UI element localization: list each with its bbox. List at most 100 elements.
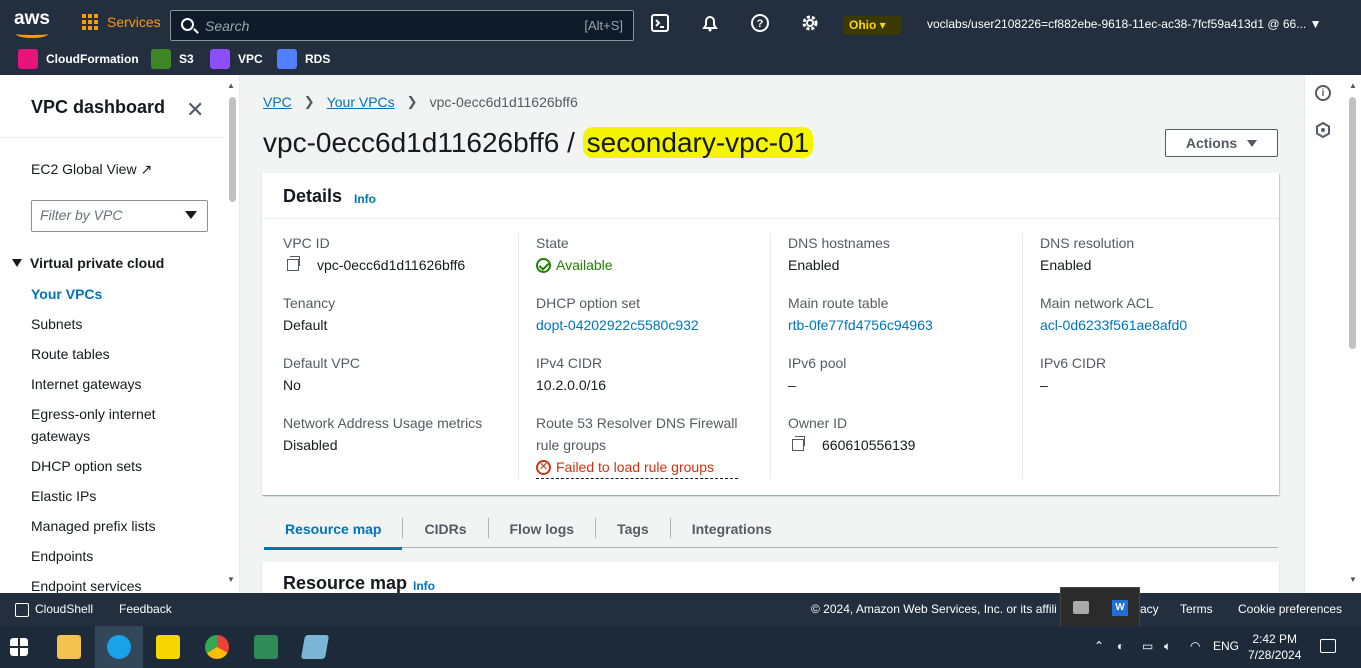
- field-main-network-acl: Main network ACL acl-0d6233f561ae8afd0: [1040, 292, 1187, 336]
- main-route-table-link[interactable]: rtb-0fe77fd4756c94963: [788, 314, 933, 336]
- favorite-rds[interactable]: RDS: [277, 49, 330, 69]
- meet-now-icon[interactable]: ◐: [1117, 639, 1124, 653]
- field-dns-hostnames: DNS hostnames Enabled: [788, 235, 890, 273]
- search-shortcut-hint: [Alt+S]: [584, 18, 623, 33]
- sidebar-item-route-tables[interactable]: Route tables: [31, 343, 110, 365]
- field-network-address-usage: Network Address Usage metrics Disabled: [283, 415, 483, 453]
- bell-icon[interactable]: [700, 13, 720, 33]
- sidebar-item-egress-only-internet-gateways[interactable]: Egress-only internet gateways: [31, 403, 181, 447]
- scroll-down-arrow[interactable]: ▼: [1349, 575, 1357, 584]
- notification-icon[interactable]: [1320, 639, 1336, 653]
- field-owner-id: Owner ID 660610556139: [788, 415, 916, 453]
- wifi-icon[interactable]: ◠: [1190, 639, 1200, 653]
- tab-flow-logs[interactable]: Flow logs: [489, 515, 596, 541]
- close-icon[interactable]: ✕: [186, 97, 204, 123]
- terms-link[interactable]: Terms: [1180, 602, 1213, 616]
- sidebar-item-dhcp-option-sets[interactable]: DHCP option sets: [31, 455, 142, 477]
- services-menu[interactable]: Services: [82, 14, 161, 30]
- gear-icon[interactable]: [800, 13, 820, 33]
- actions-button[interactable]: Actions: [1165, 129, 1278, 157]
- external-link-icon: ↗: [140, 161, 153, 177]
- chevron-down-icon: [185, 211, 197, 219]
- favorite-vpc[interactable]: VPC: [210, 49, 263, 69]
- main-network-acl-link[interactable]: acl-0d6233f561ae8afd0: [1040, 314, 1187, 336]
- filter-by-vpc[interactable]: [31, 200, 208, 232]
- chevron-up-icon[interactable]: ⌃: [1094, 639, 1104, 653]
- terminal-icon: [15, 602, 29, 617]
- speaker-icon[interactable]: 🔈︎: [1164, 639, 1171, 654]
- sidebar-item-subnets[interactable]: Subnets: [31, 313, 82, 335]
- sidebar-item-endpoints[interactable]: Endpoints: [31, 545, 93, 567]
- field-dns-resolution: DNS resolution Enabled: [1040, 235, 1135, 273]
- field-route53-firewall: Route 53 Resolver DNS Firewall rule group…: [536, 412, 738, 479]
- copy-icon[interactable]: [792, 436, 805, 451]
- info-icon[interactable]: i: [1315, 85, 1331, 101]
- search-input[interactable]: [205, 15, 545, 37]
- monitor-icon[interactable]: [1073, 601, 1089, 614]
- scroll-up-arrow[interactable]: ▲: [1349, 81, 1357, 90]
- dhcp-option-set-link[interactable]: dopt-04202922c5580c932: [536, 314, 699, 336]
- sidebar-scrollbar[interactable]: [229, 97, 236, 202]
- tab-integrations[interactable]: Integrations: [671, 515, 793, 541]
- privacy-link[interactable]: acy: [1140, 602, 1159, 616]
- edge-browser-icon[interactable]: [107, 635, 131, 659]
- sidebar-item-endpoint-services[interactable]: Endpoint services: [31, 575, 142, 593]
- feedback-link[interactable]: Feedback: [119, 602, 172, 616]
- aws-logo[interactable]: aws: [14, 8, 50, 38]
- chevron-right-icon: ❯: [303, 94, 315, 109]
- help-icon[interactable]: ?: [750, 13, 770, 33]
- sidebar-item-your-vpcs[interactable]: Your VPCs: [31, 283, 102, 305]
- section-virtual-private-cloud[interactable]: Virtual private cloud: [12, 255, 164, 271]
- breadcrumb-current: vpc-0ecc6d1d11626bff6: [429, 94, 578, 110]
- windows-taskbar: ⌃ ◐ ▭ 🔈︎ ◠ ENG 2:42 PM 7/28/2024: [0, 626, 1361, 668]
- sidebar-item-elastic-ips[interactable]: Elastic IPs: [31, 485, 96, 507]
- page-scrollbar[interactable]: [1349, 97, 1356, 349]
- resource-map-info-link[interactable]: Info: [413, 579, 435, 593]
- tab-tags[interactable]: Tags: [596, 515, 670, 541]
- copy-icon[interactable]: [287, 256, 300, 271]
- scroll-up-arrow[interactable]: ▲: [227, 81, 235, 90]
- tab-resource-map[interactable]: Resource map: [264, 515, 403, 550]
- language-indicator[interactable]: ENG: [1213, 639, 1239, 653]
- main-content: VPC ❯ Your VPCs ❯ vpc-0ecc6d1d11626bff6 …: [240, 75, 1304, 593]
- grid-icon: [82, 14, 98, 30]
- ec2-global-view-link[interactable]: EC2 Global View ↗: [31, 161, 152, 178]
- sidebar-title: VPC dashboard: [31, 97, 166, 117]
- breadcrumb-your-vpcs[interactable]: Your VPCs: [327, 94, 395, 110]
- details-info-link[interactable]: Info: [354, 192, 376, 206]
- details-panel: Details Info VPC ID vpc-0ecc6d1d11626bff6…: [262, 173, 1279, 495]
- hexagon-icon[interactable]: [1315, 122, 1331, 138]
- breadcrumb: VPC ❯ Your VPCs ❯ vpc-0ecc6d1d11626bff6: [263, 94, 578, 110]
- file-explorer-icon[interactable]: [57, 635, 81, 659]
- scroll-down-arrow[interactable]: ▼: [227, 575, 235, 584]
- sidebar-item-internet-gateways[interactable]: Internet gateways: [31, 373, 142, 395]
- field-default-vpc: Default VPC No: [283, 355, 361, 393]
- filter-by-vpc-input[interactable]: [32, 201, 182, 229]
- notepad-icon[interactable]: [300, 635, 330, 659]
- chrome-icon[interactable]: [205, 635, 229, 659]
- breadcrumb-vpc[interactable]: VPC: [263, 94, 292, 110]
- field-state: State Available: [536, 235, 613, 273]
- cloudshell-icon[interactable]: [650, 13, 670, 33]
- battery-icon[interactable]: ▭: [1142, 639, 1153, 653]
- region-selector[interactable]: Ohio ▾: [843, 16, 901, 35]
- search-box[interactable]: [Alt+S]: [170, 10, 634, 41]
- meet-icon[interactable]: [254, 635, 278, 659]
- field-dhcp: DHCP option set dopt-04202922c5580c932: [536, 292, 699, 336]
- cloudshell-button[interactable]: CloudShell: [15, 602, 93, 617]
- clock[interactable]: 2:42 PM 7/28/2024: [1248, 631, 1301, 663]
- app-tray-icon[interactable]: W: [1112, 600, 1128, 616]
- favorite-cloudformation[interactable]: CloudFormation: [18, 49, 139, 69]
- tab-cidrs[interactable]: CIDRs: [403, 515, 487, 541]
- sticky-notes-icon[interactable]: [156, 635, 180, 659]
- windows-start-icon[interactable]: [10, 638, 28, 656]
- account-menu[interactable]: voclabs/user2108226=cf882ebe-9618-11ec-a…: [927, 17, 1321, 31]
- favorite-s3[interactable]: S3: [151, 49, 194, 69]
- caret-down-icon: [1247, 139, 1258, 147]
- sidebar-item-managed-prefix-lists[interactable]: Managed prefix lists: [31, 515, 156, 537]
- cookie-preferences-link[interactable]: Cookie preferences: [1238, 602, 1342, 616]
- cloudformation-icon: [18, 49, 38, 69]
- failed-rule-groups-status[interactable]: ✕ Failed to load rule groups: [536, 456, 738, 479]
- sidebar: VPC dashboard ✕ EC2 Global View ↗ Virtua…: [0, 75, 240, 593]
- field-ipv6-cidr: IPv6 CIDR –: [1040, 355, 1107, 393]
